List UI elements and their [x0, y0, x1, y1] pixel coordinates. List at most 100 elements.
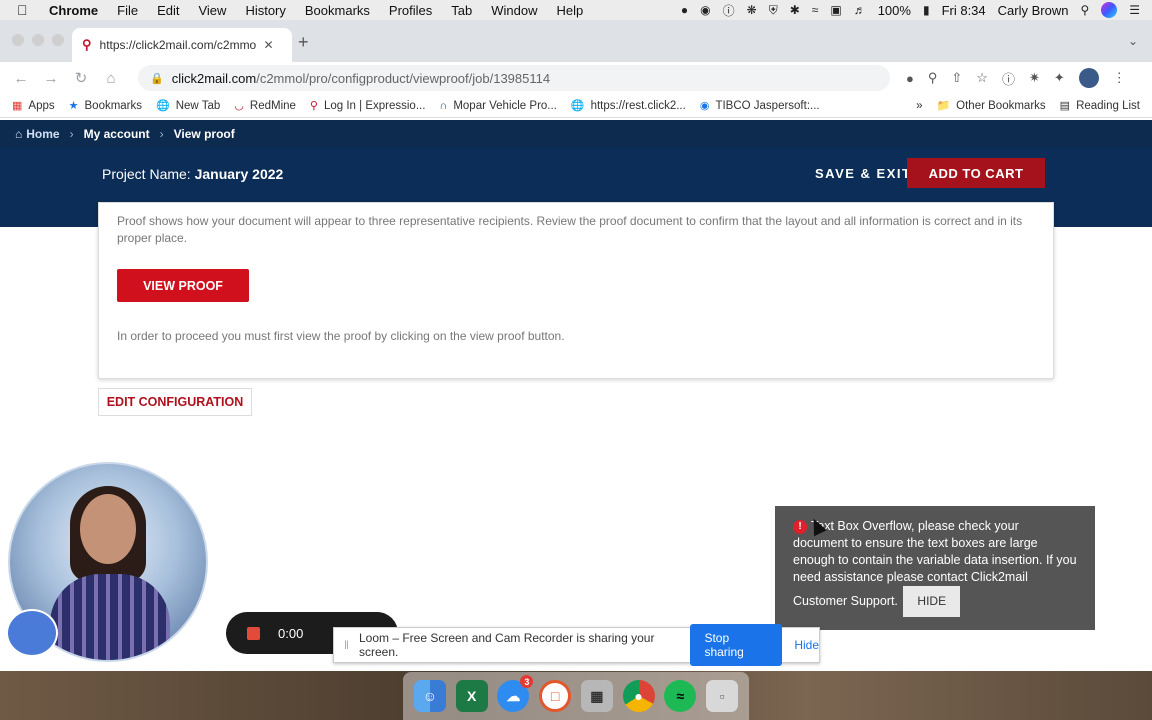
bookmarks-overflow-icon[interactable]: » — [916, 100, 922, 112]
status-menus: ● ◉ ⓘ ❋ ⛨ ✱ ≈ ▣ ♬ 100% ▮ Fri 8:34 Carly … — [681, 0, 1152, 20]
lock-icon[interactable]: 🔒 — [150, 72, 164, 85]
hide-sharing-bar-link[interactable]: Hide — [794, 638, 819, 652]
stop-recording-icon[interactable] — [247, 626, 260, 640]
chat-launcher-icon[interactable] — [6, 609, 58, 657]
add-to-cart-button[interactable]: ADD TO CART — [907, 158, 1045, 188]
chevron-right-icon: › — [69, 126, 74, 141]
trash-icon[interactable]: ▫ — [706, 680, 739, 712]
save-exit-button[interactable]: SAVE & EXIT — [815, 166, 911, 181]
hide-toast-button[interactable]: HIDE — [903, 586, 961, 617]
menu-history[interactable]: History — [245, 3, 285, 18]
minimize-window-icon[interactable] — [32, 34, 44, 46]
clock[interactable]: Fri 8:34 — [942, 3, 986, 18]
proof-instruction: In order to proceed you must first view … — [117, 329, 565, 343]
new-tab-icon[interactable]: + — [298, 32, 309, 53]
menu-view[interactable]: View — [198, 3, 226, 18]
bookmark-star-icon[interactable]: ☆ — [976, 70, 988, 86]
calculator-icon[interactable]: ▦ — [580, 680, 613, 712]
stop-sharing-button[interactable]: Stop sharing — [690, 624, 783, 666]
project-name-value: January 2022 — [194, 166, 284, 182]
back-icon[interactable]: ← — [8, 70, 34, 87]
reading-list-icon: ▤ — [1059, 100, 1071, 112]
volume-icon[interactable]: ♬ — [854, 3, 866, 17]
click2mail-favicon-icon: ⚲ — [82, 37, 92, 52]
address-bar[interactable]: 🔒 click2mail.com/c2mmol/pro/configproduc… — [138, 65, 890, 91]
bookmark-bookmarks[interactable]: ★ Bookmarks — [68, 99, 142, 113]
bookmark-label: https://rest.click2... — [590, 99, 686, 112]
zoom-window-icon[interactable] — [52, 34, 64, 46]
apple-menu-icon[interactable]:  — [17, 2, 33, 18]
bookmark-tibco[interactable]: ◉ TIBCO Jaspersoft:... — [699, 99, 820, 113]
bookmark-label: RedMine — [249, 99, 296, 112]
control-center-icon[interactable]: ☰ — [1129, 3, 1140, 17]
voice-search-icon[interactable]: ● — [906, 71, 914, 86]
other-bookmarks[interactable]: 📁 Other Bookmarks — [936, 99, 1045, 113]
jaspersoft-icon: ◉ — [699, 100, 710, 112]
microphone-icon[interactable]: ● — [681, 3, 688, 17]
bookmark-new-tab[interactable]: 🌐 New Tab — [156, 99, 221, 113]
shield-icon[interactable]: ⛨ — [769, 3, 778, 18]
bookmark-expression[interactable]: ⚲ Log In | Expressio... — [310, 99, 426, 113]
chrome-icon[interactable]: ● — [622, 680, 655, 712]
breadcrumb-my-account[interactable]: My account — [84, 127, 150, 141]
menu-help[interactable]: Help — [557, 3, 584, 18]
spotify-icon[interactable]: ≈ — [664, 680, 697, 712]
airplay-icon[interactable]: ▣ — [830, 3, 841, 17]
menu-chrome[interactable]: Chrome — [49, 3, 98, 18]
redmine-icon: ◡ — [234, 100, 244, 112]
star-icon: ★ — [68, 100, 79, 112]
menu-edit[interactable]: Edit — [157, 3, 179, 18]
bluetooth-icon[interactable]: ✱ — [790, 3, 800, 17]
spotlight-search-icon[interactable]: ⚲ — [1080, 3, 1089, 17]
menu-window[interactable]: Window — [491, 3, 537, 18]
loom-tray-icon[interactable]: ❋ — [747, 3, 757, 17]
siri-icon[interactable] — [1101, 2, 1118, 18]
edit-configuration-button[interactable]: EDIT CONFIGURATION — [98, 388, 252, 416]
close-tab-icon[interactable]: ✕ — [264, 38, 274, 52]
apps-grid-icon: ▦ — [12, 100, 23, 112]
excel-icon[interactable]: X — [455, 680, 488, 712]
reading-list[interactable]: ▤ Reading List — [1059, 99, 1140, 113]
finder-icon[interactable]: ☺ — [413, 680, 446, 712]
bookmark-label: Mopar Vehicle Pro... — [453, 99, 557, 112]
menu-tab[interactable]: Tab — [451, 3, 472, 18]
share-icon[interactable]: ⇧ — [951, 70, 962, 86]
view-proof-button[interactable]: VIEW PROOF — [117, 269, 249, 302]
globe-icon: 🌐 — [156, 100, 170, 112]
active-tab[interactable]: ⚲ https://click2mail.com/c2mmol ✕ — [72, 28, 292, 62]
key-icon[interactable]: ⚲ — [928, 70, 938, 86]
onepassword-extension-icon[interactable]: ⓘ — [1002, 69, 1015, 88]
reload-icon[interactable]: ↻ — [68, 69, 94, 87]
forward-icon[interactable]: → — [38, 70, 64, 87]
bookmark-rest-click2[interactable]: 🌐 https://rest.click2... — [571, 99, 686, 113]
profile-avatar[interactable] — [1078, 68, 1099, 88]
menu-file[interactable]: File — [117, 3, 138, 18]
battery-percent: 100% — [877, 2, 911, 18]
menu-bookmarks[interactable]: Bookmarks — [305, 3, 370, 18]
loom-icon[interactable]: □ — [539, 680, 572, 712]
wifi-icon[interactable]: ≈ — [812, 3, 819, 17]
creative-cloud-icon[interactable]: ◉ — [700, 3, 710, 17]
mopar-icon: ∩ — [439, 99, 448, 112]
battery-icon[interactable]: ▮ — [923, 3, 930, 17]
bookmark-label: TIBCO Jaspersoft:... — [715, 99, 820, 112]
window-controls — [12, 34, 64, 46]
bookmark-label: New Tab — [175, 99, 221, 112]
bookmark-redmine[interactable]: ◡ RedMine — [234, 99, 296, 113]
menu-profiles[interactable]: Profiles — [389, 3, 432, 18]
extensions-puzzle-icon[interactable]: ✦ — [1054, 70, 1065, 86]
home-icon[interactable]: ⌂ — [98, 70, 124, 87]
extension-icon[interactable]: ✷ — [1029, 70, 1040, 86]
bookmark-mopar[interactable]: ∩ Mopar Vehicle Pro... — [439, 100, 556, 112]
breadcrumb-home[interactable]: ⌂ Home — [15, 127, 60, 141]
project-name: Project Name: January 2022 — [102, 166, 283, 182]
info-icon[interactable]: ⓘ — [723, 2, 735, 19]
user-name[interactable]: Carly Brown — [998, 3, 1069, 18]
chrome-menu-icon[interactable]: ⋮ — [1113, 70, 1126, 86]
close-window-icon[interactable] — [12, 34, 24, 46]
breadcrumb-home-label: Home — [26, 126, 60, 141]
tab-search-chevron-icon[interactable]: ⌄ — [1128, 34, 1138, 48]
bookmark-apps[interactable]: ▦ Apps — [12, 99, 55, 113]
messages-icon[interactable]: ☁ 3 — [497, 675, 534, 712]
drag-handle-icon[interactable]: ‖ — [344, 638, 349, 652]
